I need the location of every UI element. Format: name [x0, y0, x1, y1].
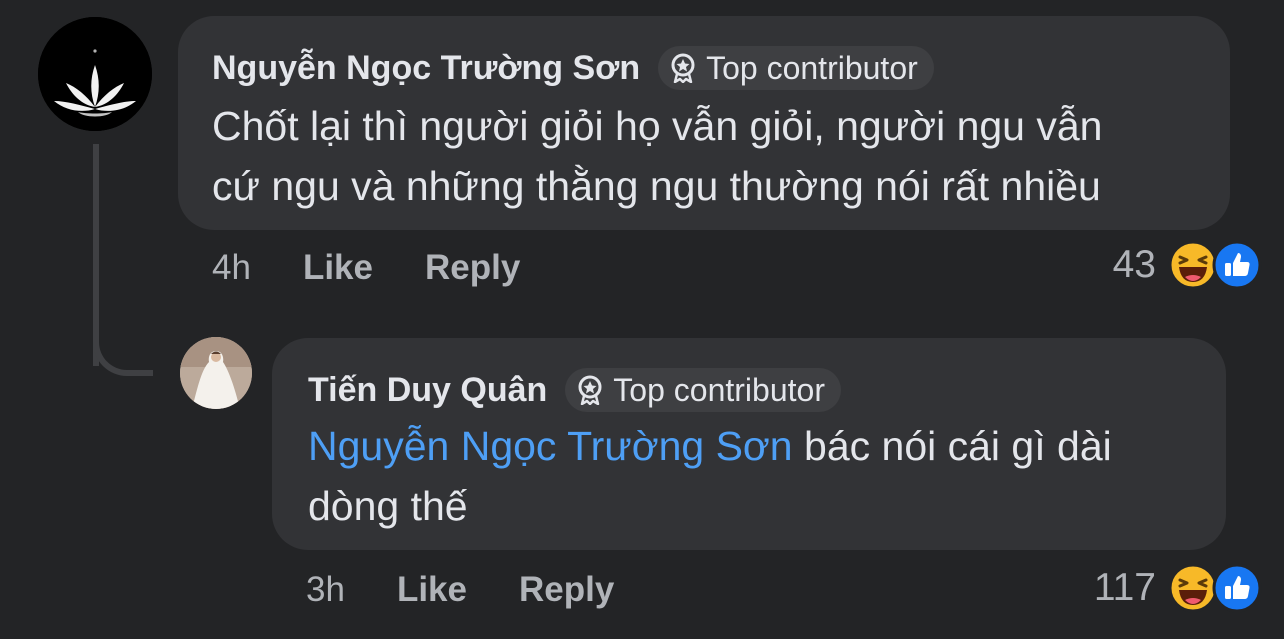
badge-label: Top contributor — [613, 371, 825, 408]
reaction-count: 117 — [1093, 566, 1156, 609]
reply-button[interactable]: Reply — [519, 570, 614, 610]
reaction-icons — [1168, 240, 1262, 290]
comment-header: Nguyễn Ngọc Trường Sơn Top contributor — [212, 46, 934, 90]
top-contributor-badge[interactable]: Top contributor — [658, 46, 934, 90]
haha-icon — [1168, 563, 1218, 613]
comment-text: Nguyễn Ngọc Trường Sơn bác nói cái gì dà… — [308, 416, 1208, 536]
bride-avatar-image — [180, 337, 252, 409]
comment-text-line: Chốt lại thì người giỏi họ vẫn giỏi, ngư… — [212, 103, 1103, 149]
reaction-count: 43 — [1112, 243, 1156, 286]
comment-bubble: Nguyễn Ngọc Trường Sơn Top contributor C… — [178, 16, 1230, 230]
comment-text-line: dòng thế — [308, 483, 468, 529]
contributor-badge-icon — [578, 375, 602, 405]
comment-author[interactable]: Tiến Duy Quân — [308, 371, 547, 410]
reply-button[interactable]: Reply — [425, 248, 520, 288]
reaction-summary[interactable]: 117 — [1094, 563, 1262, 613]
comment-text-line: Nguyễn Ngọc Trường Sơn bác nói cái gì dà… — [308, 416, 1208, 476]
like-button[interactable]: Like — [397, 570, 467, 610]
comment-timestamp[interactable]: 3h — [306, 570, 345, 610]
comment-actions: 4h Like Reply — [212, 248, 520, 288]
contributor-badge-icon — [671, 53, 695, 83]
comment-header: Tiến Duy Quân Top contributor — [308, 368, 841, 412]
reaction-icons — [1168, 563, 1262, 613]
comment-text-line: cứ ngu và những thằng ngu thường nói rất… — [212, 163, 1101, 209]
mention-link[interactable]: Nguyễn Ngọc Trường Sơn — [308, 423, 793, 469]
comment-author[interactable]: Nguyễn Ngọc Trường Sơn — [212, 49, 640, 88]
comment-timestamp[interactable]: 4h — [212, 248, 251, 288]
like-button[interactable]: Like — [303, 248, 373, 288]
haha-icon — [1168, 240, 1218, 290]
avatar[interactable] — [38, 17, 152, 131]
comment-text-fragment: bác nói cái gì dài — [804, 423, 1112, 469]
like-icon — [1212, 240, 1262, 290]
comment-text: Chốt lại thì người giỏi họ vẫn giỏi, ngư… — [212, 96, 1212, 216]
comment-bubble: Tiến Duy Quân Top contributor Nguyễn Ngọ… — [272, 338, 1226, 550]
avatar[interactable] — [180, 337, 252, 409]
top-contributor-badge[interactable]: Top contributor — [565, 368, 841, 412]
like-icon — [1212, 563, 1262, 613]
lotus-avatar-image — [38, 17, 152, 131]
thread-reply-connector — [93, 300, 153, 376]
badge-label: Top contributor — [706, 49, 918, 86]
comment-actions: 3h Like Reply — [306, 570, 614, 610]
reaction-summary[interactable]: 43 — [1113, 240, 1262, 290]
